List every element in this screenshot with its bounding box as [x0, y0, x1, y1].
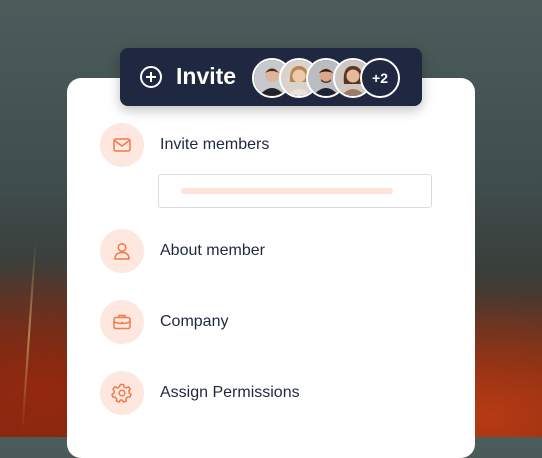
plus-circle-icon — [140, 66, 162, 88]
menu-item-label: Invite members — [160, 136, 270, 153]
invite-button[interactable]: Invite +2 — [120, 48, 422, 106]
user-icon — [100, 229, 144, 273]
menu-item-label: About member — [160, 242, 265, 259]
gear-icon — [100, 371, 144, 415]
invite-label: Invite — [176, 63, 237, 89]
input-placeholder-bar — [181, 188, 393, 194]
background-streak — [21, 240, 37, 430]
invite-members-input[interactable] — [158, 174, 432, 208]
more-avatars-badge[interactable]: +2 — [360, 58, 400, 98]
menu-item-label: Assign Permissions — [160, 384, 300, 401]
menu-item-label: Company — [160, 313, 229, 330]
mail-icon — [100, 123, 144, 167]
briefcase-icon — [100, 300, 144, 344]
